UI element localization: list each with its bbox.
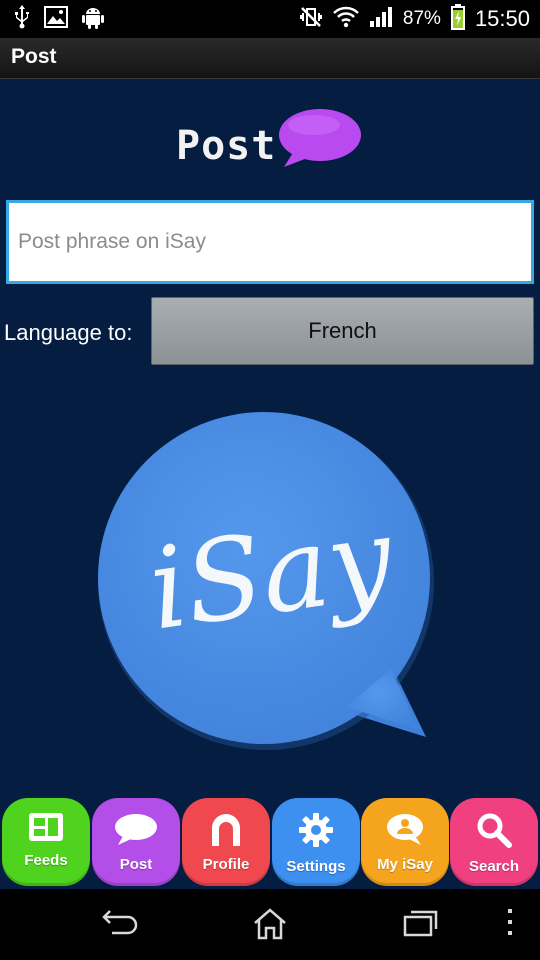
back-button[interactable] xyxy=(100,907,140,941)
page-heading: Post xyxy=(176,123,277,169)
nav-search-label: Search xyxy=(468,858,520,875)
nav-search-button[interactable]: Search xyxy=(450,798,538,886)
android-icon xyxy=(82,5,104,33)
nav-my-isay-button[interactable]: My iSay xyxy=(361,798,449,886)
system-nav-bar xyxy=(0,889,540,960)
nav-settings-label: Settings xyxy=(286,858,346,875)
clock: 15:50 xyxy=(474,6,530,31)
profile-icon xyxy=(206,812,246,850)
nav-settings-button[interactable]: Settings xyxy=(272,798,360,886)
my-isay-icon xyxy=(385,812,425,850)
nav-post-label: Post xyxy=(119,856,153,873)
search-icon xyxy=(476,812,512,852)
gear-icon xyxy=(298,812,334,852)
language-select[interactable]: French xyxy=(151,297,534,365)
signal-icon xyxy=(369,6,393,32)
feeds-icon xyxy=(28,812,64,846)
speech-bubble-icon xyxy=(113,812,159,850)
nav-profile-label: Profile xyxy=(202,856,250,873)
nav-profile-button[interactable]: Profile xyxy=(182,798,270,886)
home-button[interactable] xyxy=(252,907,288,945)
battery-percent: 87% xyxy=(402,8,441,29)
overflow-menu-icon[interactable] xyxy=(505,907,515,941)
usb-icon xyxy=(14,5,30,33)
speech-bubble-icon xyxy=(276,105,366,175)
image-icon xyxy=(44,6,68,32)
action-bar: Post xyxy=(0,38,540,79)
battery-charging-icon xyxy=(450,4,465,34)
nav-post-button[interactable]: Post xyxy=(92,798,180,886)
main-content: Post Language to: French iSay xyxy=(0,79,540,889)
phrase-input[interactable] xyxy=(6,200,534,284)
isay-logo: iSay xyxy=(96,407,446,761)
nav-feeds-label: Feeds xyxy=(24,852,68,869)
language-label: Language to: xyxy=(4,320,133,345)
bottom-nav: Feeds Post Profile Settings My iSay Sear… xyxy=(0,796,540,888)
wifi-icon xyxy=(333,6,359,32)
vibrate-off-icon xyxy=(299,5,323,33)
language-select-value: French xyxy=(308,318,377,343)
action-bar-title: Post xyxy=(11,45,57,68)
nav-feeds-button[interactable]: Feeds xyxy=(2,798,90,886)
recent-apps-button[interactable] xyxy=(402,907,438,941)
nav-my-isay-label: My iSay xyxy=(377,856,433,873)
status-bar: 87% 15:50 xyxy=(0,0,540,38)
